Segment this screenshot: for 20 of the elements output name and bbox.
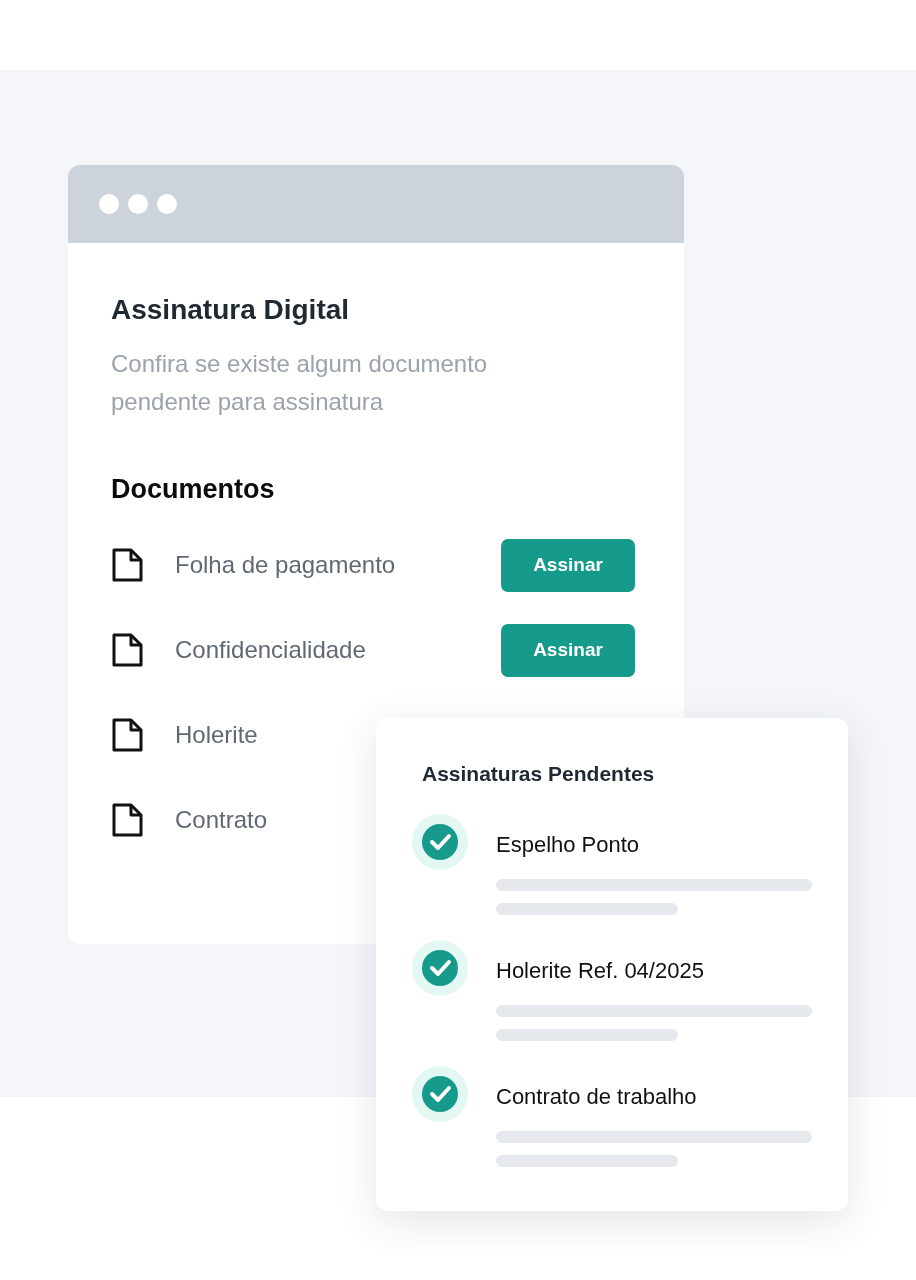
document-name: Contrato [175,805,269,836]
item-name: Contrato de trabalho [496,1082,698,1111]
window-dot [128,194,148,214]
window-dot [157,194,177,214]
section-title: Documentos [111,472,276,505]
item-name: Espelho Ponto [496,830,641,859]
page-title: Assinatura Digital [111,293,351,327]
document-name: Holerite [175,720,259,751]
page-subtitle: Confira se existe algum documento pendente para assinatura [111,348,489,417]
document-icon [111,717,145,754]
sign-button[interactable]: Assinar [501,539,635,592]
document-icon [111,547,145,584]
document-icon [111,802,145,839]
item-name: Holerite Ref. 04/2025 [496,956,705,985]
document-icon [111,632,145,669]
document-name: Confidencialidade [175,635,367,666]
panel-title: Assinaturas Pendentes [422,761,656,787]
sign-button[interactable]: Assinar [501,624,635,677]
document-name: Folha de pagamento [175,550,397,581]
window-dot [99,194,119,214]
